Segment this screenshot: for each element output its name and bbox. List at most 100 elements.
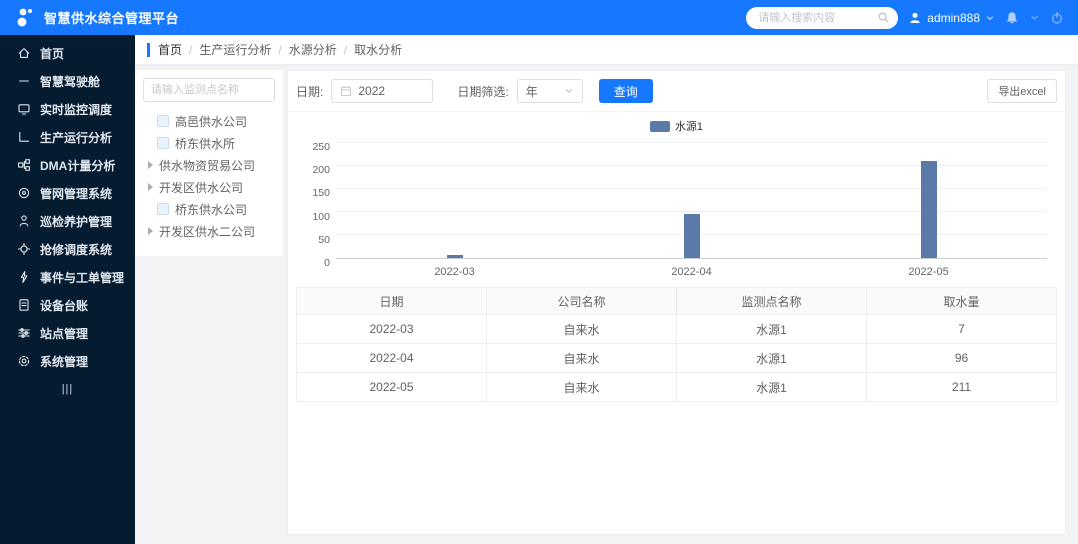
- sidebar-item-6[interactable]: 管网管理系统: [0, 179, 135, 207]
- dashboard-icon: [17, 74, 31, 88]
- breadcrumb-item[interactable]: 生产运行分析: [199, 43, 271, 57]
- sidebar-item-3[interactable]: 实时监控调度: [0, 95, 135, 123]
- table-row: 2022-04 自来水 水源1 96: [296, 343, 1057, 373]
- system-gear-icon: [17, 354, 31, 368]
- tree-item-label: 高邑供水公司: [175, 114, 248, 129]
- tree-checkbox[interactable]: [157, 203, 169, 215]
- tree-item[interactable]: 高邑供水公司: [143, 110, 275, 132]
- sidebar-item-8[interactable]: 抢修调度系统: [0, 235, 135, 263]
- date-label: 日期:: [296, 84, 324, 99]
- production-chart-icon: [17, 130, 31, 144]
- chart-bar-column: [810, 143, 1047, 258]
- sidebar-item-label: 首页: [40, 46, 65, 61]
- chart-legend[interactable]: 水源1: [288, 117, 1065, 135]
- table-header-cell: 取水量: [866, 287, 1057, 315]
- user-menu[interactable]: admin888: [908, 11, 995, 25]
- tree-checkbox[interactable]: [157, 137, 169, 149]
- query-button[interactable]: 查询: [598, 79, 653, 103]
- table-header-cell: 公司名称: [486, 287, 677, 315]
- period-select[interactable]: 年: [516, 79, 583, 103]
- table-cell: 7: [866, 314, 1057, 344]
- global-search[interactable]: [746, 6, 899, 29]
- y-axis-tick-label: 200: [312, 164, 330, 177]
- expand-arrow-icon[interactable]: [148, 227, 153, 235]
- sidebar-item-9[interactable]: 事件与工单管理: [0, 263, 135, 291]
- tree-item[interactable]: 开发区供水公司: [143, 176, 275, 198]
- sidebar-item-label: 设备台账: [40, 298, 89, 313]
- sidebar-item-4[interactable]: 生产运行分析: [0, 123, 135, 151]
- sidebar-item-10[interactable]: 设备台账: [0, 291, 135, 319]
- pipe-network-icon: [17, 186, 31, 200]
- sidebar-item-label: 系统管理: [40, 354, 89, 369]
- breadcrumb-separator: /: [189, 43, 193, 57]
- date-filter-label: 日期筛选:: [457, 84, 509, 99]
- filter-toolbar: 日期: 2022 日期筛选: 年 查询 导出excel: [288, 71, 1065, 111]
- tree-item-label: 开发区供水公司: [159, 180, 244, 195]
- table-cell: 水源1: [676, 343, 867, 373]
- top-header: 智慧供水综合管理平台 admin888: [0, 0, 1078, 35]
- sidebar-item-label: 抢修调度系统: [40, 242, 113, 257]
- breadcrumb-accent-bar: [147, 42, 150, 57]
- notification-bell-icon[interactable]: [1005, 11, 1019, 25]
- table-header-cell: 监测点名称: [676, 287, 867, 315]
- tree-item-label: 供水物资贸易公司: [159, 158, 256, 173]
- sidebar-item-label: 巡检养护管理: [40, 214, 113, 229]
- legend-swatch: [649, 120, 670, 132]
- sidebar-item-12[interactable]: 系统管理: [0, 347, 135, 375]
- tree-checkbox[interactable]: [157, 115, 169, 127]
- power-logout-icon[interactable]: [1050, 11, 1064, 25]
- global-search-input[interactable]: [758, 11, 878, 24]
- main-card: 日期: 2022 日期筛选: 年 查询 导出excel 水源1 2022-03 …: [287, 70, 1066, 535]
- tree-item[interactable]: 桥东供水公司: [143, 198, 275, 220]
- date-value: 2022: [358, 84, 386, 98]
- chart-bar-column: [336, 143, 573, 258]
- tree-item-label: 桥东供水公司: [175, 202, 248, 217]
- monitoring-point-tree-panel: 高邑供水公司桥东供水所供水物资贸易公司开发区供水公司桥东供水公司开发区供水二公司: [135, 70, 283, 256]
- breadcrumb-item[interactable]: 取水分析: [354, 43, 402, 57]
- breadcrumb-item[interactable]: 水源分析: [289, 43, 337, 57]
- breadcrumb-separator: /: [278, 43, 282, 57]
- collapse-chevron-icon[interactable]: [1029, 12, 1040, 23]
- tree-item[interactable]: 供水物资贸易公司: [143, 154, 275, 176]
- table-cell: 水源1: [676, 372, 867, 402]
- breadcrumb: 首页 / 生产运行分析 / 水源分析 / 取水分析: [135, 35, 1078, 64]
- sidebar-item-2[interactable]: 智慧驾驶舱: [0, 67, 135, 95]
- table-row: 2022-05 自来水 水源1 211: [296, 372, 1057, 402]
- app-window: 智慧供水综合管理平台 admin888: [0, 0, 1078, 544]
- tree-search-input[interactable]: [143, 78, 275, 102]
- expand-arrow-icon[interactable]: [148, 183, 153, 191]
- x-axis-tick-label: 2022-04: [671, 266, 712, 278]
- dma-metering-icon: [17, 158, 31, 172]
- content-area: 首页 / 生产运行分析 / 水源分析 / 取水分析 高邑供水公司桥东供水所供水物资贸易公司开…: [135, 35, 1078, 544]
- y-axis-tick-label: 150: [312, 187, 330, 200]
- tree-item[interactable]: 桥东供水所: [143, 132, 275, 154]
- sidebar-item-7[interactable]: 巡检养护管理: [0, 207, 135, 235]
- expand-arrow-icon[interactable]: [148, 161, 153, 169]
- sidebar-item-label: DMA计量分析: [40, 158, 116, 173]
- tree-item[interactable]: 开发区供水二公司: [143, 220, 275, 242]
- station-sliders-icon: [17, 326, 31, 340]
- event-workorder-icon: [17, 270, 31, 284]
- home-icon: [17, 46, 31, 60]
- sidebar-item-5[interactable]: DMA计量分析: [0, 151, 135, 179]
- table-cell: 自来水: [486, 372, 677, 402]
- period-select-value: 年: [525, 84, 538, 99]
- x-axis-tick-label: 2022-05: [908, 266, 949, 278]
- chart-bar: [920, 160, 937, 258]
- sidebar-item-11[interactable]: 站点管理: [0, 319, 135, 347]
- data-table-section: 日期 公司名称 监测点名称 取水量 2022-03 自来水 水源1 7 2022-04 自来水水…: [296, 287, 1057, 402]
- sidebar-item-1[interactable]: 首页: [0, 39, 135, 67]
- date-picker[interactable]: 2022: [331, 79, 434, 103]
- sidebar-collapse-toggle[interactable]: |||: [0, 383, 135, 395]
- search-icon[interactable]: [877, 11, 890, 24]
- export-excel-button[interactable]: 导出excel: [987, 79, 1057, 103]
- select-chevron-down-icon: [564, 86, 574, 96]
- user-avatar-icon: [908, 11, 922, 25]
- sidebar-item-label: 站点管理: [40, 326, 89, 341]
- breadcrumb-item[interactable]: 首页: [158, 43, 182, 57]
- sidebar-item-label: 事件与工单管理: [40, 270, 125, 285]
- tree-item-label: 开发区供水二公司: [159, 224, 256, 239]
- chart-bar-column: [573, 143, 810, 258]
- chart-bar: [446, 254, 463, 258]
- chart-plot-area: 2022-03 2022-04 2022-05 0 50 100 150 200 250: [296, 139, 1047, 279]
